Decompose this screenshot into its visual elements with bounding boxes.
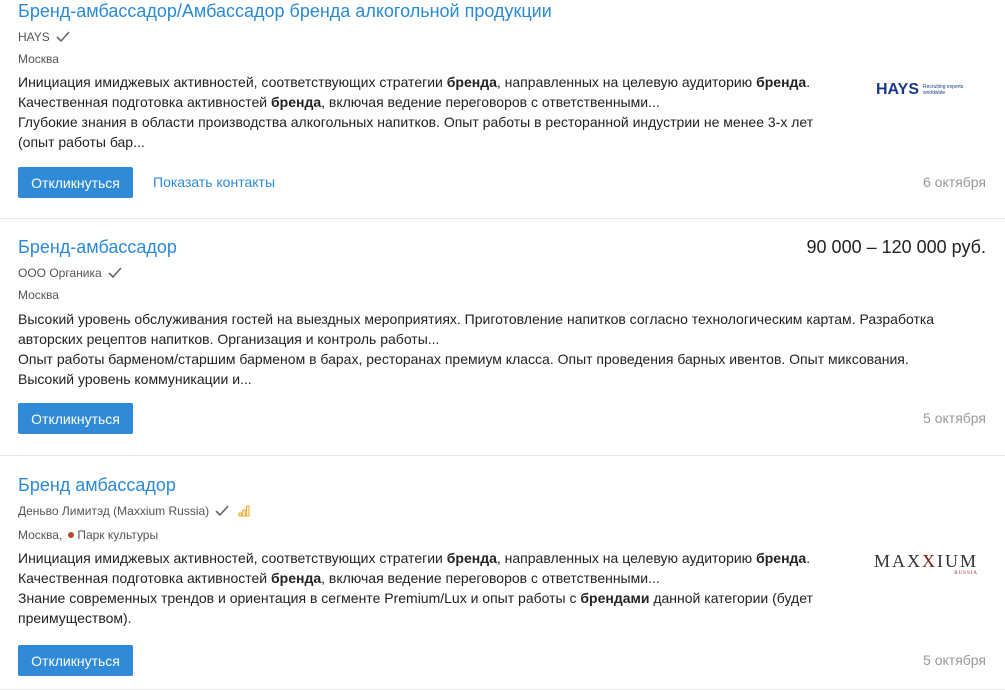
description-text: . xyxy=(806,550,811,566)
description-text: Качественная подготовка активностей xyxy=(18,94,272,110)
publish-date: 5 октября xyxy=(923,652,986,668)
company-name[interactable]: HAYS xyxy=(18,30,50,44)
verified-check-icon xyxy=(56,31,70,43)
company-row: Деньво Лимитэд (Maxxium Russia) xyxy=(18,504,250,518)
hays-logo-tagline: Recruiting experts worldwide xyxy=(922,84,964,96)
vacancy-description: Инициация имиджевых активностей, соответ… xyxy=(18,548,853,628)
verified-check-icon xyxy=(215,505,229,517)
city-label: Москва xyxy=(18,288,59,302)
description-text: , включая ведение переговоров с ответств… xyxy=(321,570,660,586)
description-line: Высокий уровень обслуживания гостей на в… xyxy=(18,309,948,349)
vacancy-card: Бренд-амбассадор/Амбассадор бренда алког… xyxy=(0,0,1005,219)
description-line: Глубокие знания в области производства а… xyxy=(18,112,853,152)
vacancy-title-link[interactable]: Бренд амбассадор xyxy=(18,475,176,496)
description-text: . xyxy=(806,74,811,90)
highlight-term: бренда xyxy=(446,550,497,566)
description-text: , направленных на целевую аудиторию xyxy=(496,550,757,566)
description-text: Качественная подготовка активностей xyxy=(18,570,272,586)
vacancy-description: Высокий уровень обслуживания гостей на в… xyxy=(18,309,948,389)
publish-date: 6 октября xyxy=(923,174,986,190)
city-label: Москва, xyxy=(18,528,63,542)
location: Москва xyxy=(18,52,59,66)
description-text: Глубокие знания в области производства а… xyxy=(18,114,814,150)
highlight-term: брендами xyxy=(580,590,650,606)
apply-button[interactable]: Откликнуться xyxy=(18,645,133,676)
maxxium-logo-word: MAXXIUM RUSSIA xyxy=(874,551,979,576)
highlight-term: бренда xyxy=(446,74,497,90)
description-line: Качественная подготовка активностей брен… xyxy=(18,568,853,588)
vacancy-card: Бренд-амбассадор 90 000 – 120 000 руб. О… xyxy=(0,219,1005,456)
vacancy-card: Бренд амбассадор Деньво Лимитэд (Maxxium… xyxy=(0,456,1005,690)
company-logo[interactable]: HAYS Recruiting experts worldwide xyxy=(876,81,975,99)
verified-check-icon xyxy=(108,267,122,279)
logo-subtitle: RUSSIA xyxy=(954,571,979,576)
employer-rating-icon[interactable] xyxy=(238,505,250,517)
metro-line-icon xyxy=(68,532,75,538)
highlight-term: бренда xyxy=(271,570,322,586)
description-line: Знание современных трендов и ориентация … xyxy=(18,588,853,628)
description-text: , направленных на целевую аудиторию xyxy=(496,74,757,90)
description-line: Качественная подготовка активностей брен… xyxy=(18,92,853,112)
city-label: Москва xyxy=(18,52,59,66)
location: Москва xyxy=(18,288,59,302)
apply-button[interactable]: Откликнуться xyxy=(18,403,133,434)
logo-text-x: X xyxy=(922,551,938,571)
description-line: Инициация имиджевых активностей, соответ… xyxy=(18,548,853,568)
company-row: HAYS xyxy=(18,30,70,44)
highlight-term: бренда xyxy=(756,74,807,90)
company-logo[interactable]: MAXXIUM RUSSIA xyxy=(874,551,979,576)
location: Москва, Парк культуры xyxy=(18,528,158,542)
description-line: Инициация имиджевых активностей, соответ… xyxy=(18,72,853,92)
description-text: , включая ведение переговоров с ответств… xyxy=(321,94,660,110)
salary: 90 000 – 120 000 руб. xyxy=(806,237,986,257)
publish-date: 5 октября xyxy=(923,410,986,426)
logo-text-part: MAX xyxy=(874,551,923,571)
company-name[interactable]: ООО Органика xyxy=(18,266,102,280)
apply-button[interactable]: Откликнуться xyxy=(18,167,133,198)
vacancy-description: Инициация имиджевых активностей, соответ… xyxy=(18,72,853,152)
description-text: Опыт работы барменом/старшим барменом в … xyxy=(18,351,909,387)
hays-logo-word: HAYS xyxy=(876,81,919,98)
show-contacts-link[interactable]: Показать контакты xyxy=(153,174,275,190)
vacancy-title-link[interactable]: Бренд-амбассадор xyxy=(18,237,177,258)
vacancy-title-link[interactable]: Бренд-амбассадор/Амбассадор бренда алког… xyxy=(18,1,552,22)
description-text: Высокий уровень обслуживания гостей на в… xyxy=(18,311,935,347)
company-row: ООО Органика xyxy=(18,266,122,280)
description-text: Инициация имиджевых активностей, соответ… xyxy=(18,74,447,90)
description-text: Инициация имиджевых активностей, соответ… xyxy=(18,550,447,566)
description-text: Знание современных трендов и ориентация … xyxy=(18,590,581,606)
highlight-term: бренда xyxy=(756,550,807,566)
logo-text-part: IUM xyxy=(937,551,979,571)
highlight-term: бренда xyxy=(271,94,322,110)
company-name[interactable]: Деньво Лимитэд (Maxxium Russia) xyxy=(18,504,209,518)
metro-station: Парк культуры xyxy=(77,528,159,542)
description-line: Опыт работы барменом/старшим барменом в … xyxy=(18,349,948,389)
